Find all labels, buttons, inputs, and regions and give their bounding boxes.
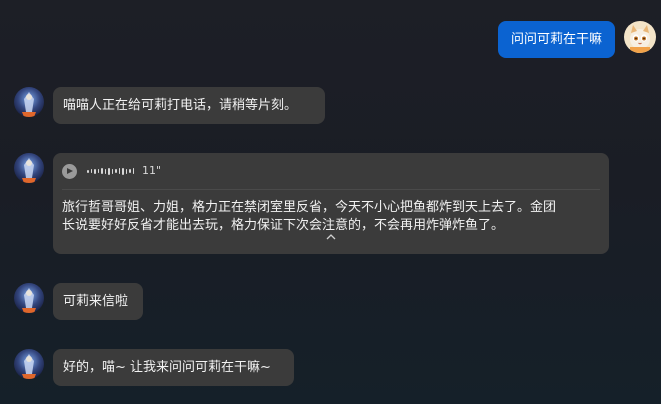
cat-avatar-icon (624, 21, 656, 53)
bot-avatar[interactable] (14, 349, 44, 379)
user-message-bubble[interactable]: 问问可莉在干嘛 (498, 21, 615, 58)
voice-transcript: 旅行哲哥哥姐、力姐，格力正在禁闭室里反省，今天不小心把鱼都炸到天上去了。金团 长… (62, 199, 600, 235)
bot-message-bubble[interactable]: 好的，喵~ 让我来问问可莉在干嘛~ (53, 349, 294, 386)
character-avatar-icon (14, 349, 44, 379)
bot-message-bubble[interactable]: 喵喵人正在给可莉打电话，请稍等片刻。 (53, 87, 325, 124)
divider (62, 189, 600, 190)
voice-player[interactable]: 11" (62, 157, 600, 185)
bot-avatar[interactable] (14, 87, 44, 117)
play-icon[interactable] (62, 163, 77, 179)
user-message-text: 问问可莉在干嘛 (510, 32, 602, 47)
character-avatar-icon (14, 153, 44, 183)
bot-message-text: 喵喵人正在给可莉打电话，请稍等片刻。 (63, 97, 298, 113)
voice-duration: 11" (142, 164, 162, 177)
character-avatar-icon (14, 87, 44, 117)
user-avatar[interactable] (624, 21, 656, 53)
character-avatar-icon (14, 283, 44, 313)
bot-avatar[interactable] (14, 283, 44, 313)
waveform-icon (87, 167, 134, 175)
bot-message-bubble[interactable]: 可莉来信啦 (53, 283, 143, 320)
chat-thread: 问问可莉在干嘛 喵喵人正在给可莉打电话，请稍等片刻。 11" 旅行哲哥哥姐、力姐… (0, 0, 661, 404)
transcript-line: 旅行哲哥哥姐、力姐，格力正在禁闭室里反省，今天不小心把鱼都炸到天上去了。金团 (62, 200, 557, 215)
bot-message-text: 好的，喵~ 让我来问问可莉在干嘛~ (63, 359, 271, 375)
voice-message-bubble[interactable]: 11" 旅行哲哥哥姐、力姐，格力正在禁闭室里反省，今天不小心把鱼都炸到天上去了。… (53, 153, 609, 254)
bot-avatar[interactable] (14, 153, 44, 183)
bot-message-text: 可莉来信啦 (63, 293, 129, 309)
